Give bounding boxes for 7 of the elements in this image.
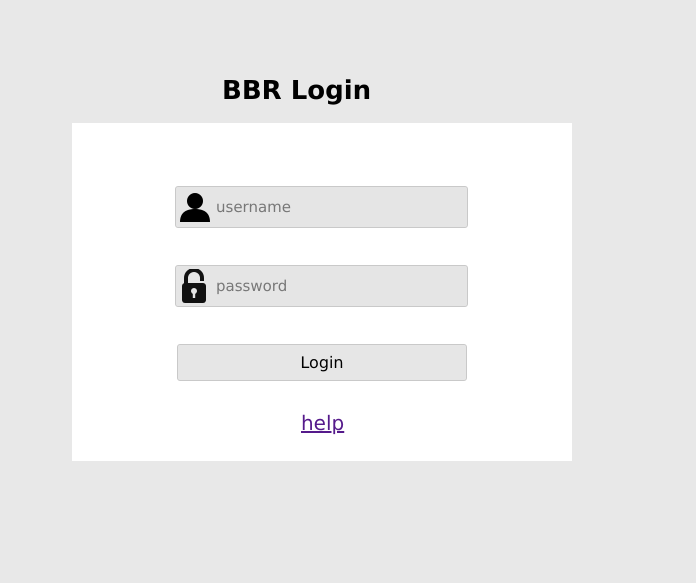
- password-field[interactable]: password: [175, 265, 468, 307]
- login-button[interactable]: Login: [177, 344, 467, 381]
- user-icon: [179, 192, 211, 222]
- username-field[interactable]: username: [175, 186, 468, 228]
- help-link[interactable]: help: [301, 408, 344, 438]
- lock-icon: [179, 269, 209, 303]
- page-title: BBR Login: [222, 75, 372, 108]
